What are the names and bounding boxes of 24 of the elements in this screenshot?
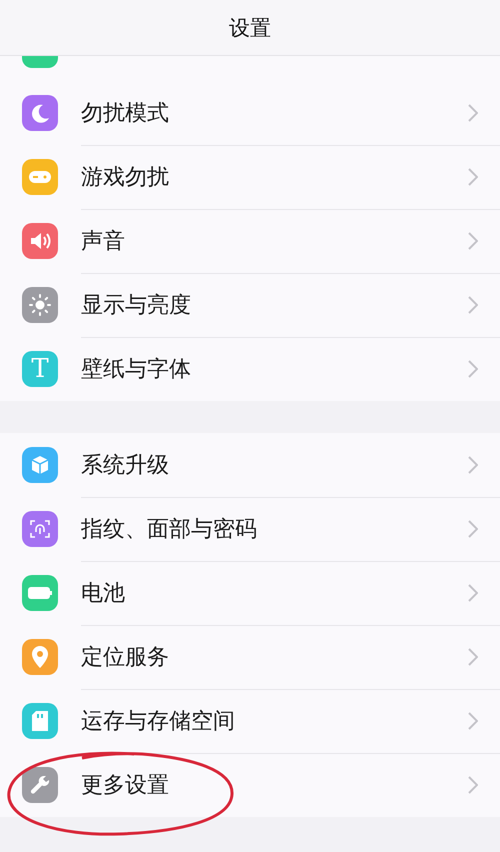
- settings-item[interactable]: 更多设置: [0, 753, 500, 817]
- chevron-icon: [468, 648, 478, 666]
- chevron-icon: [468, 104, 478, 122]
- settings-item[interactable]: 运存与存储空间: [0, 689, 500, 753]
- chevron-icon: [468, 584, 478, 602]
- settings-item[interactable]: 系统升级: [0, 433, 500, 497]
- chevron-icon: [468, 776, 478, 794]
- settings-item[interactable]: 勿扰模式: [0, 81, 500, 145]
- chevron-icon: [468, 232, 478, 250]
- page-title: 设置: [229, 14, 271, 42]
- chevron-icon: [468, 520, 478, 538]
- settings-item[interactable]: 指纹、面部与密码: [0, 497, 500, 561]
- settings-item[interactable]: 游戏勿扰: [0, 145, 500, 209]
- settings-item[interactable]: T 壁纸与字体: [0, 337, 500, 401]
- settings-item[interactable]: 电池: [0, 561, 500, 625]
- chevron-icon: [468, 360, 478, 378]
- letter-icon: T: [22, 351, 58, 387]
- chevron-icon: [468, 712, 478, 730]
- chevron-icon: [468, 296, 478, 314]
- settings-item[interactable]: 显示与亮度: [0, 273, 500, 337]
- settings-item[interactable]: 定位服务: [0, 625, 500, 689]
- chevron-icon: [468, 168, 478, 186]
- settings-item[interactable]: 声音: [0, 209, 500, 273]
- chevron-icon: [468, 456, 478, 474]
